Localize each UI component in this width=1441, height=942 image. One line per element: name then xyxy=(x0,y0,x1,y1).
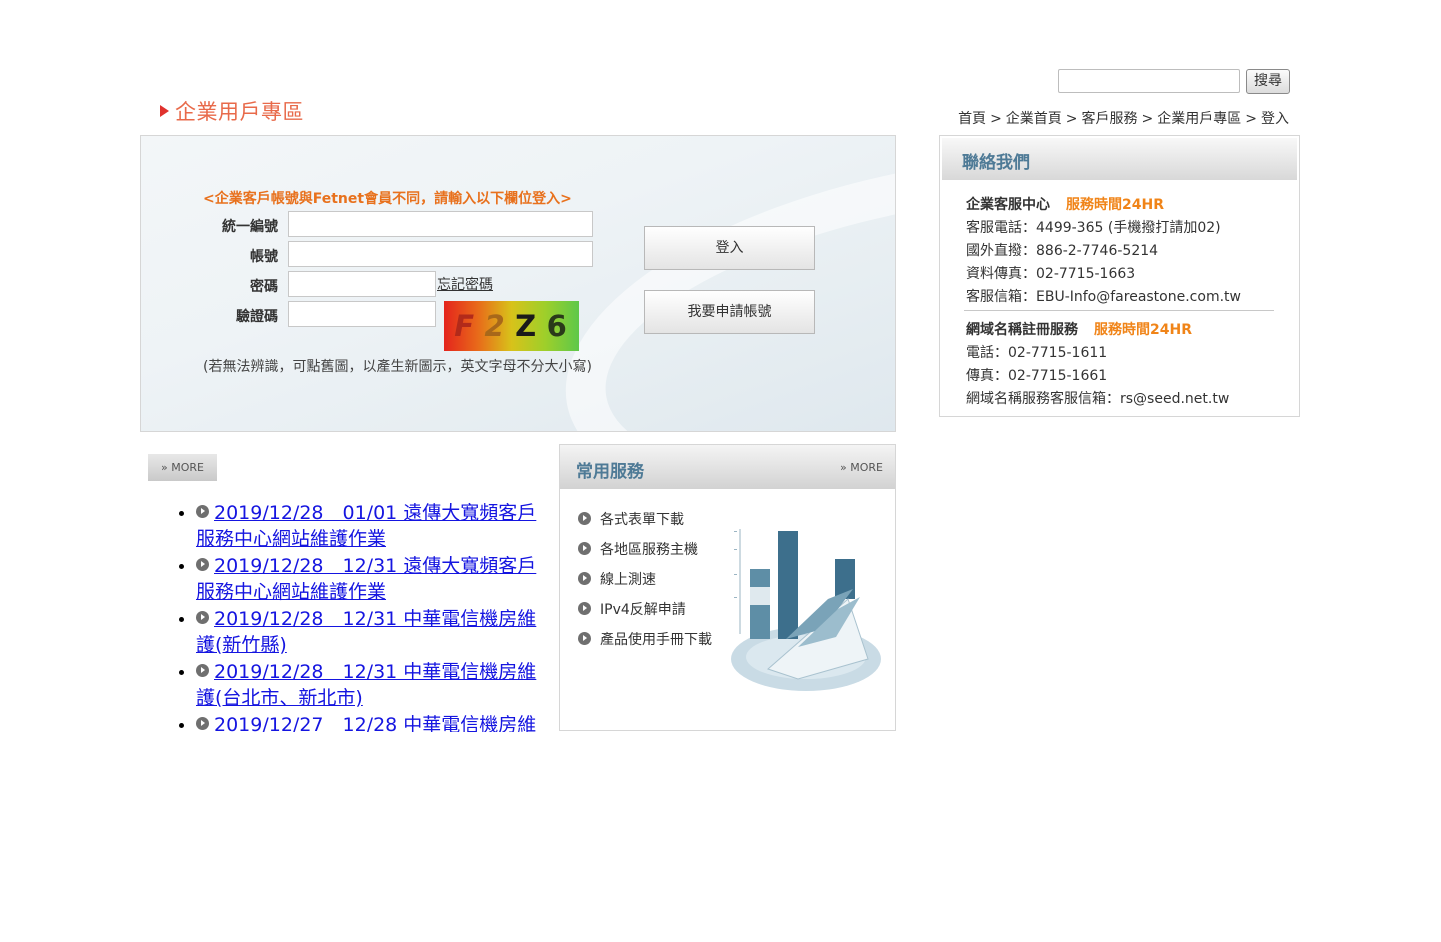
news-link[interactable]: 2019/12/28 12/31 中華電信機房維護(台北市、新北市) xyxy=(196,661,536,709)
domain-service-hours: 服務時間24HR xyxy=(1094,322,1192,338)
arrow-circle-icon xyxy=(578,632,591,645)
password-label: 密碼 xyxy=(250,279,278,295)
password-field[interactable] xyxy=(288,271,436,297)
breadcrumb: 首頁 > 企業首頁 > 客戶服務 > 企業用戶專區 > 登入 xyxy=(958,108,1289,128)
domain-fax: 傳真：02-7715-1661 xyxy=(966,368,1108,384)
captcha-label: 驗證碼 xyxy=(236,309,278,325)
news-link[interactable]: 2019/12/27 12/28 中華電信機房維 xyxy=(214,714,536,732)
domain-phone: 電話：02-7715-1611 xyxy=(966,345,1108,361)
login-panel: <企業客戶帳號與Fetnet會員不同，請輸入以下欄位登入> 統一編號 帳號 密碼… xyxy=(140,135,896,432)
decorative-swoosh xyxy=(537,136,895,431)
tax-id-field[interactable] xyxy=(288,211,593,237)
news-more-button[interactable]: » MORE xyxy=(148,454,217,481)
news-list: 2019/12/28 01/01 遠傳大寬頻客戶服務中心網站維護作業 2019/… xyxy=(170,500,555,732)
contact-title: 聯絡我們 xyxy=(962,153,1030,173)
captcha-char: F xyxy=(454,309,477,343)
list-item: 2019/12/28 12/31 中華電信機房維護(新竹縣) xyxy=(196,606,555,658)
news-link[interactable]: 2019/12/28 01/01 遠傳大寬頻客戶服務中心網站維護作業 xyxy=(196,502,536,550)
contact-email: 客服信箱：EBU-Info@fareastone.com.tw xyxy=(966,289,1241,305)
breadcrumb-separator: > xyxy=(990,111,1002,127)
news-link[interactable]: 2019/12/28 12/31 中華電信機房維護(新竹縣) xyxy=(196,608,536,656)
apply-account-button[interactable]: 我要申請帳號 xyxy=(644,290,815,334)
enterprise-center-name: 企業客服中心 xyxy=(966,197,1050,213)
domain-email: 網域名稱服務客服信箱：rs@seed.net.tw xyxy=(966,391,1230,407)
services-title: 常用服務 xyxy=(576,462,644,482)
breadcrumb-separator: > xyxy=(1245,111,1257,127)
contact-phone: 客服電話：4499-365 (手機撥打請加02) xyxy=(966,220,1221,236)
list-item: 2019/12/28 01/01 遠傳大寬頻客戶服務中心網站維護作業 xyxy=(196,500,555,552)
arrow-circle-icon xyxy=(196,664,209,677)
arrow-circle-icon xyxy=(196,558,209,571)
breadcrumb-separator: > xyxy=(1065,111,1078,127)
list-item: 2019/12/28 12/31 遠傳大寬頻客戶服務中心網站維護作業 xyxy=(196,553,555,605)
service-item-label: IPv4反解申請 xyxy=(600,602,686,618)
service-item[interactable]: 線上測速 xyxy=(578,569,656,589)
tax-id-label: 統一編號 xyxy=(222,219,278,235)
arrow-circle-icon xyxy=(578,542,591,555)
service-item[interactable]: 產品使用手冊下載 xyxy=(578,629,712,649)
service-item-label: 產品使用手冊下載 xyxy=(600,632,712,648)
breadcrumb-enterprise-home[interactable]: 企業首頁 xyxy=(1006,111,1062,127)
news-link[interactable]: 2019/12/28 12/31 遠傳大寬頻客戶服務中心網站維護作業 xyxy=(196,555,536,603)
service-item-label: 線上測速 xyxy=(600,572,656,588)
breadcrumb-home[interactable]: 首頁 xyxy=(958,111,986,127)
services-more-button[interactable]: » MORE xyxy=(840,461,883,474)
divider xyxy=(964,310,1274,311)
breadcrumb-enterprise-zone[interactable]: 企業用戶專區 xyxy=(1157,111,1241,127)
arrow-circle-icon xyxy=(196,505,209,518)
breadcrumb-separator: > xyxy=(1141,111,1154,127)
service-item[interactable]: 各式表單下載 xyxy=(578,509,684,529)
service-item-label: 各式表單下載 xyxy=(600,512,684,528)
captcha-char: 2 xyxy=(484,309,507,343)
list-item: 2019/12/27 12/28 中華電信機房維 xyxy=(196,712,555,732)
service-item-label: 各地區服務主機 xyxy=(600,542,698,558)
page-title-block: 企業用戶專區 xyxy=(160,97,304,125)
arrow-circle-icon xyxy=(578,602,591,615)
breadcrumb-current: 登入 xyxy=(1261,111,1289,127)
page-title: 企業用戶專區 xyxy=(175,100,304,124)
contact-box: 聯絡我們 企業客服中心 服務時間24HR 客服電話：4499-365 (手機撥打請… xyxy=(939,135,1300,417)
account-field[interactable] xyxy=(288,241,593,267)
breadcrumb-customer-service[interactable]: 客戶服務 xyxy=(1082,111,1138,127)
arrow-circle-icon xyxy=(578,572,591,585)
contact-fax: 資料傳真：02-7715-1663 xyxy=(966,266,1136,282)
login-notice: <企業客戶帳號與Fetnet會員不同，請輸入以下欄位登入> xyxy=(203,191,572,207)
captcha-char: 6 xyxy=(546,309,569,343)
service-item[interactable]: IPv4反解申請 xyxy=(578,599,686,619)
chart-illustration-icon xyxy=(731,529,881,691)
triangle-arrow-icon xyxy=(160,105,169,117)
enterprise-center-heading: 企業客服中心 服務時間24HR xyxy=(966,194,1164,214)
captcha-image[interactable]: F 2 Z 6 xyxy=(444,301,579,351)
contact-header: 聯絡我們 xyxy=(942,138,1297,180)
search-input[interactable] xyxy=(1058,69,1240,93)
contact-intl-phone: 國外直撥：886-2-7746-5214 xyxy=(966,243,1159,259)
captcha-char: Z xyxy=(515,309,539,343)
arrow-circle-icon xyxy=(578,512,591,525)
services-header: 常用服務 » MORE xyxy=(560,445,895,489)
list-item: 2019/12/28 12/31 中華電信機房維護(台北市、新北市) xyxy=(196,659,555,711)
domain-service-name: 網域名稱註冊服務 xyxy=(966,322,1078,338)
enterprise-center-hours: 服務時間24HR xyxy=(1066,197,1164,213)
captcha-hint: (若無法辨識，可點舊圖，以產生新圖示，英文字母不分大小寫) xyxy=(203,359,592,375)
arrow-circle-icon xyxy=(196,611,209,624)
services-box: 常用服務 » MORE 各式表單下載 各地區服務主機 線上測速 IPv4反解申請… xyxy=(559,444,896,731)
account-label: 帳號 xyxy=(250,249,278,265)
captcha-field[interactable] xyxy=(288,301,436,327)
domain-service-heading: 網域名稱註冊服務 服務時間24HR xyxy=(966,319,1192,339)
forgot-password-link[interactable]: 忘記密碼 xyxy=(437,274,493,294)
arrow-circle-icon xyxy=(196,717,209,730)
login-button[interactable]: 登入 xyxy=(644,226,815,270)
search-button[interactable]: 搜尋 xyxy=(1246,69,1290,94)
service-item[interactable]: 各地區服務主機 xyxy=(578,539,698,559)
